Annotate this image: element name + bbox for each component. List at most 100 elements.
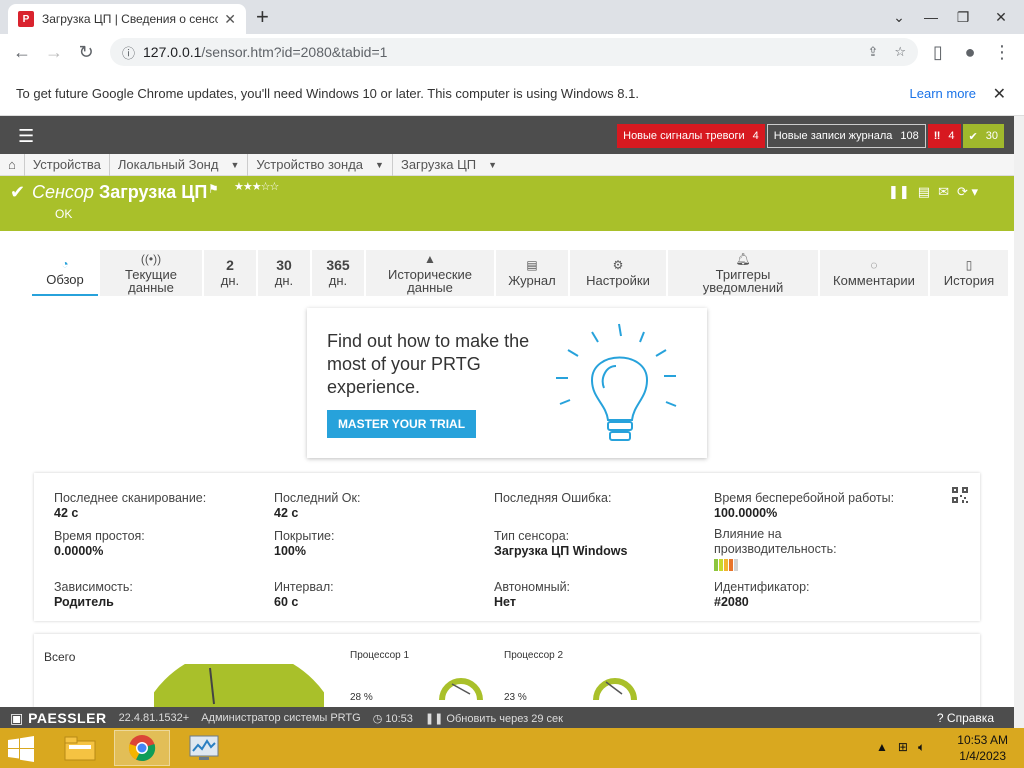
side-panel-icon[interactable]: ▯ [922, 36, 954, 68]
tab-30-days[interactable]: 30 дн. [258, 250, 310, 296]
new-alarms-button[interactable]: Новые сигналы тревоги 4 [617, 124, 765, 148]
tab-notification-triggers[interactable]: 🔔︎ Триггеры уведомлений [668, 250, 818, 296]
list-icon: ▤ [526, 258, 538, 272]
chevron-down-icon[interactable]: ▼ [230, 160, 239, 170]
user-name[interactable]: Администратор системы PRTG [201, 712, 360, 724]
report-pdf-icon[interactable]: ▤ [918, 184, 930, 200]
new-tab-icon[interactable]: + [256, 6, 269, 28]
tab-live-data[interactable]: ((•)) Текущие данные [100, 250, 202, 296]
restore-icon[interactable]: ❐ [946, 0, 980, 34]
profile-avatar-icon[interactable]: ● [954, 36, 986, 68]
up-sensors-button[interactable]: ✔ 30 [962, 124, 1004, 148]
status-ok-check-icon: ✔ [10, 182, 26, 202]
site-info-icon[interactable]: ⓘ [122, 43, 135, 62]
downtime: Время простоя: 0.0000% [54, 529, 145, 558]
sensor-header: ✔ Сенсор Загрузка ЦП ⚑ ★★★☆☆ OK ❚❚ ▤ ✉ ⟳… [0, 176, 1014, 231]
home-icon[interactable]: ⌂ [0, 153, 25, 176]
new-log-entries-button[interactable]: Новые записи журнала 108 [766, 124, 926, 148]
gauges-panel: Всего Процессор 1 28 % Процессор 2 23 % [34, 634, 980, 708]
priority-stars[interactable]: ★★★☆☆ [234, 180, 279, 193]
chrome-taskbar-icon[interactable] [114, 730, 170, 766]
qr-code-icon[interactable] [952, 487, 968, 503]
total-gauge [154, 664, 324, 708]
windows-taskbar: ▲ ⊞ 🔈︎ 10:53 AM 1/4/2023 [0, 728, 1024, 768]
chevron-down-icon[interactable]: ▼ [488, 160, 497, 170]
clock: ◷ 10:53 [372, 712, 413, 725]
address-bar[interactable]: ⓘ 127.0.0.1/sensor.htm?id=2080&tabid=1 ⇪… [110, 38, 918, 66]
tab-history[interactable]: ▯ История [930, 250, 1008, 296]
master-your-trial-button[interactable]: MASTER YOUR TRIAL [327, 410, 476, 438]
learn-more-link[interactable]: Learn more [910, 86, 976, 101]
tab-historic-data[interactable]: ▲ Исторические данные [366, 250, 494, 296]
tab-close-icon[interactable]: ✕ [224, 11, 236, 28]
breadcrumb-probe-device[interactable]: Устройство зонда ▼ [248, 153, 393, 176]
browser-toolbar: ← → ↻ ⓘ 127.0.0.1/sensor.htm?id=2080&tab… [0, 34, 1024, 70]
share-icon[interactable]: ⇪ [867, 44, 878, 60]
sensor-tabs: ◔ Обзор ((•)) Текущие данные 2 дн. 30 дн… [32, 250, 1008, 296]
refresh-countdown[interactable]: ❚❚ Обновить через 29 сек [425, 712, 563, 725]
cpu2-value: 23 % [504, 692, 527, 703]
bookmark-star-icon[interactable]: ☆ [894, 44, 906, 60]
tab-settings[interactable]: ⚙ Настройки [570, 250, 666, 296]
tab-log[interactable]: ▤ Журнал [496, 250, 568, 296]
back-icon[interactable]: ← [6, 36, 38, 68]
coverage: Покрытие: 100% [274, 529, 335, 558]
menu-hamburger-icon[interactable]: ☰ [18, 126, 34, 147]
forward-icon[interactable]: → [38, 36, 70, 68]
breadcrumb-devices[interactable]: Устройства [25, 153, 110, 176]
performance-impact: Влияние на производительность: [714, 527, 837, 575]
infobar-message: To get future Google Chrome updates, you… [16, 86, 639, 101]
volume-icon[interactable]: 🔈︎ [918, 740, 925, 755]
cpu2-label: Процессор 2 [504, 650, 564, 661]
history-icon: ▯ [965, 258, 973, 272]
infobar-close-icon[interactable]: ✕ [993, 84, 1006, 104]
refresh-menu-icon[interactable]: ⟳ ▾ [957, 184, 978, 200]
page-scrollbar[interactable] [1014, 116, 1024, 729]
paessler-logo[interactable]: ▣ PAESSLER [10, 710, 107, 727]
chevron-down-icon[interactable]: ▼ [375, 160, 384, 170]
file-explorer-icon[interactable] [52, 730, 108, 766]
total-gauge-label: Всего [44, 650, 76, 664]
breadcrumb-local-probe[interactable]: Локальный Зонд ▼ [110, 153, 249, 176]
down-sensors-button[interactable]: ‼ 4 [927, 124, 961, 148]
tab-overview[interactable]: ◔ Обзор [32, 250, 98, 296]
performance-impact-bars [714, 559, 738, 571]
prtg-header: ☰ Новые сигналы тревоги 4 Новые записи ж… [0, 116, 1014, 154]
cpu1-gauge [439, 678, 483, 701]
tab-2-days[interactable]: 2 дн. [204, 250, 256, 296]
tab-search-chevron-icon[interactable]: ⌄ [882, 0, 916, 34]
chrome-menu-icon[interactable]: ⋮ [986, 36, 1018, 68]
performance-monitor-icon[interactable] [176, 730, 232, 766]
tab-365-days[interactable]: 365 дн. [312, 250, 364, 296]
promo-text: Find out how to make the most of your PR… [327, 331, 530, 397]
browser-tabstrip: P Загрузка ЦП | Сведения о сенсоре ✕ + ⌄… [0, 0, 1024, 34]
browser-tab[interactable]: P Загрузка ЦП | Сведения о сенсоре ✕ [8, 4, 246, 34]
help-icon: ? [936, 711, 944, 725]
alarm-badges: Новые сигналы тревоги 4 Новые записи жур… [617, 124, 1004, 148]
tab-comments[interactable]: ◌ Комментарии [820, 250, 928, 296]
last-ok: Последний Ок: 42 с [274, 491, 361, 520]
comment-icon: ◌ [870, 258, 878, 272]
paessler-logo-icon: ▣ [10, 709, 24, 726]
reload-icon[interactable]: ↻ [70, 36, 102, 68]
gear-icon: ⚙ [612, 258, 624, 272]
breadcrumb: ⌂ Устройства Локальный Зонд ▼ Устройство … [0, 153, 1014, 176]
windows-start-icon[interactable] [8, 736, 34, 762]
sensor-actions: ❚❚ ▤ ✉ ⟳ ▾ [888, 184, 978, 200]
dependency: Зависимость: Родитель [54, 580, 133, 609]
gauge-icon: ◔ [61, 257, 69, 271]
tray-expand-icon[interactable]: ▲ [876, 740, 888, 755]
pause-icon[interactable]: ❚❚ [888, 184, 910, 200]
email-icon[interactable]: ✉ [938, 184, 949, 200]
help-link[interactable]: ? Справка [937, 711, 994, 725]
radio-icon: ((•)) [140, 251, 162, 266]
minimize-icon[interactable]: — [914, 0, 948, 34]
sensor-info-panel: Последнее сканирование: 42 с Последний Ок… [34, 473, 980, 621]
last-error: Последняя Ошибка: [494, 491, 612, 505]
network-icon[interactable]: ⊞ [898, 740, 908, 755]
bell-icon: 🔔︎ [735, 251, 751, 266]
taskbar-clock[interactable]: 10:53 AM 1/4/2023 [957, 732, 1008, 764]
flag-icon[interactable]: ⚑ [208, 182, 219, 196]
breadcrumb-cpu-load[interactable]: Загрузка ЦП ▼ [393, 154, 505, 176]
window-close-icon[interactable]: ✕ [984, 0, 1018, 34]
